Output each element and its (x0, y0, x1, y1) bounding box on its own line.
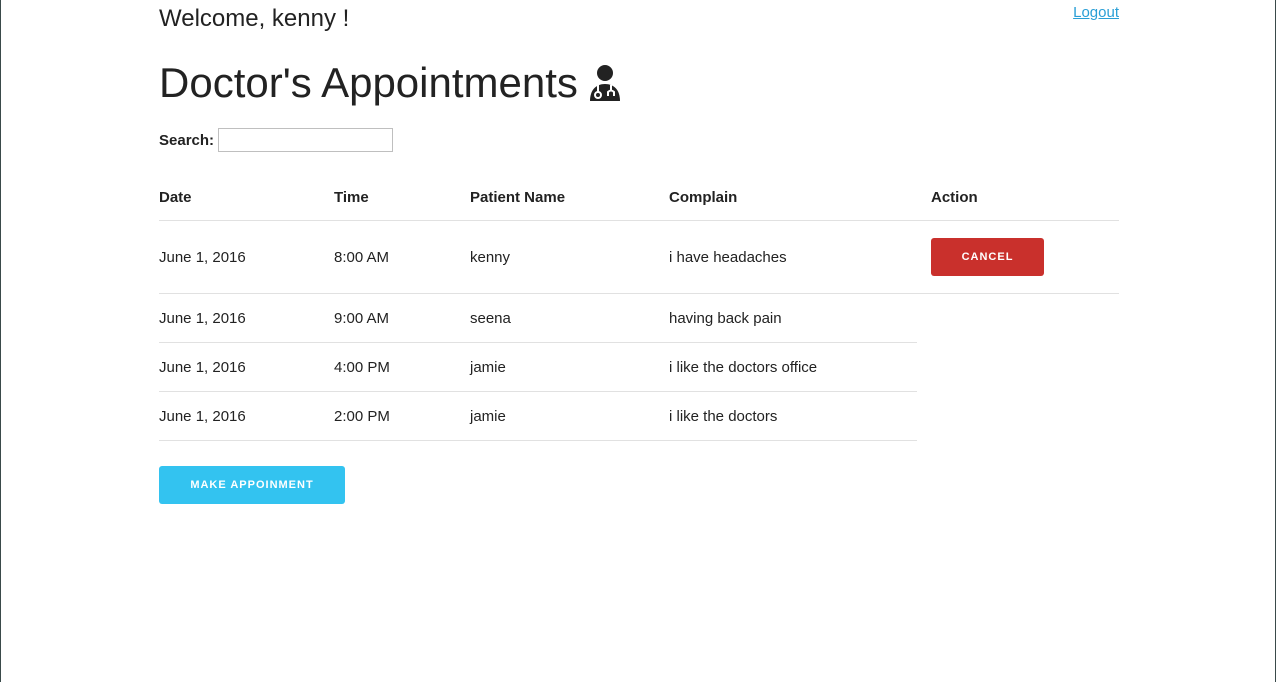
cell-complain: i like the doctors office (669, 342, 917, 392)
column-header-patient-name: Patient Name (470, 175, 669, 221)
cell-action: CANCEL (931, 220, 1119, 294)
cell-complain: i like the doctors (669, 391, 917, 441)
search-row: Search: (159, 128, 394, 152)
cell-date: June 1, 2016 (159, 220, 334, 294)
cell-patient-name: kenny (470, 220, 669, 294)
column-header-spacer (917, 175, 931, 221)
cell-date: June 1, 2016 (159, 293, 334, 343)
appointments-table: Date Time Patient Name Complain Action J… (159, 175, 1119, 441)
table-header-row: Date Time Patient Name Complain Action (159, 175, 1119, 221)
search-input[interactable] (218, 128, 394, 152)
page-title-text: Doctor's Appointments (159, 59, 578, 106)
cell-spacer (917, 294, 931, 343)
table-row: June 1, 2016 2:00 PM jamie i like the do… (159, 391, 1119, 441)
cell-date: June 1, 2016 (159, 391, 334, 441)
cell-patient-name: seena (470, 293, 669, 343)
make-appointment-button[interactable]: MAKE APPOINMENT (159, 466, 345, 504)
welcome-message: Welcome, kenny ! (159, 5, 350, 32)
column-header-date: Date (159, 175, 334, 221)
table-row: June 1, 2016 9:00 AM seena having back p… (159, 293, 1119, 343)
cell-spacer (917, 392, 931, 441)
page-title: Doctor's Appointments (159, 60, 622, 106)
cell-action (931, 294, 1119, 343)
column-header-complain: Complain (669, 175, 917, 221)
window-left-edge (0, 0, 1, 682)
cancel-button[interactable]: CANCEL (931, 238, 1044, 276)
cell-action (931, 343, 1119, 392)
table-row: June 1, 2016 4:00 PM jamie i like the do… (159, 342, 1119, 392)
logout-link[interactable]: Logout (1073, 4, 1119, 21)
cell-spacer (917, 220, 931, 294)
cell-time: 4:00 PM (334, 342, 470, 392)
user-doctor-icon (588, 64, 622, 102)
table-row: June 1, 2016 8:00 AM kenny i have headac… (159, 220, 1119, 294)
cell-spacer (917, 343, 931, 392)
cell-patient-name: jamie (470, 342, 669, 392)
cell-time: 8:00 AM (334, 220, 470, 294)
cell-complain: having back pain (669, 293, 917, 343)
cell-time: 9:00 AM (334, 293, 470, 343)
column-header-action: Action (931, 175, 1119, 221)
cell-patient-name: jamie (470, 391, 669, 441)
cell-date: June 1, 2016 (159, 342, 334, 392)
search-label: Search: (159, 131, 215, 149)
cell-time: 2:00 PM (334, 391, 470, 441)
cell-complain: i have headaches (669, 220, 917, 294)
column-header-time: Time (334, 175, 470, 221)
cell-action (931, 392, 1119, 441)
